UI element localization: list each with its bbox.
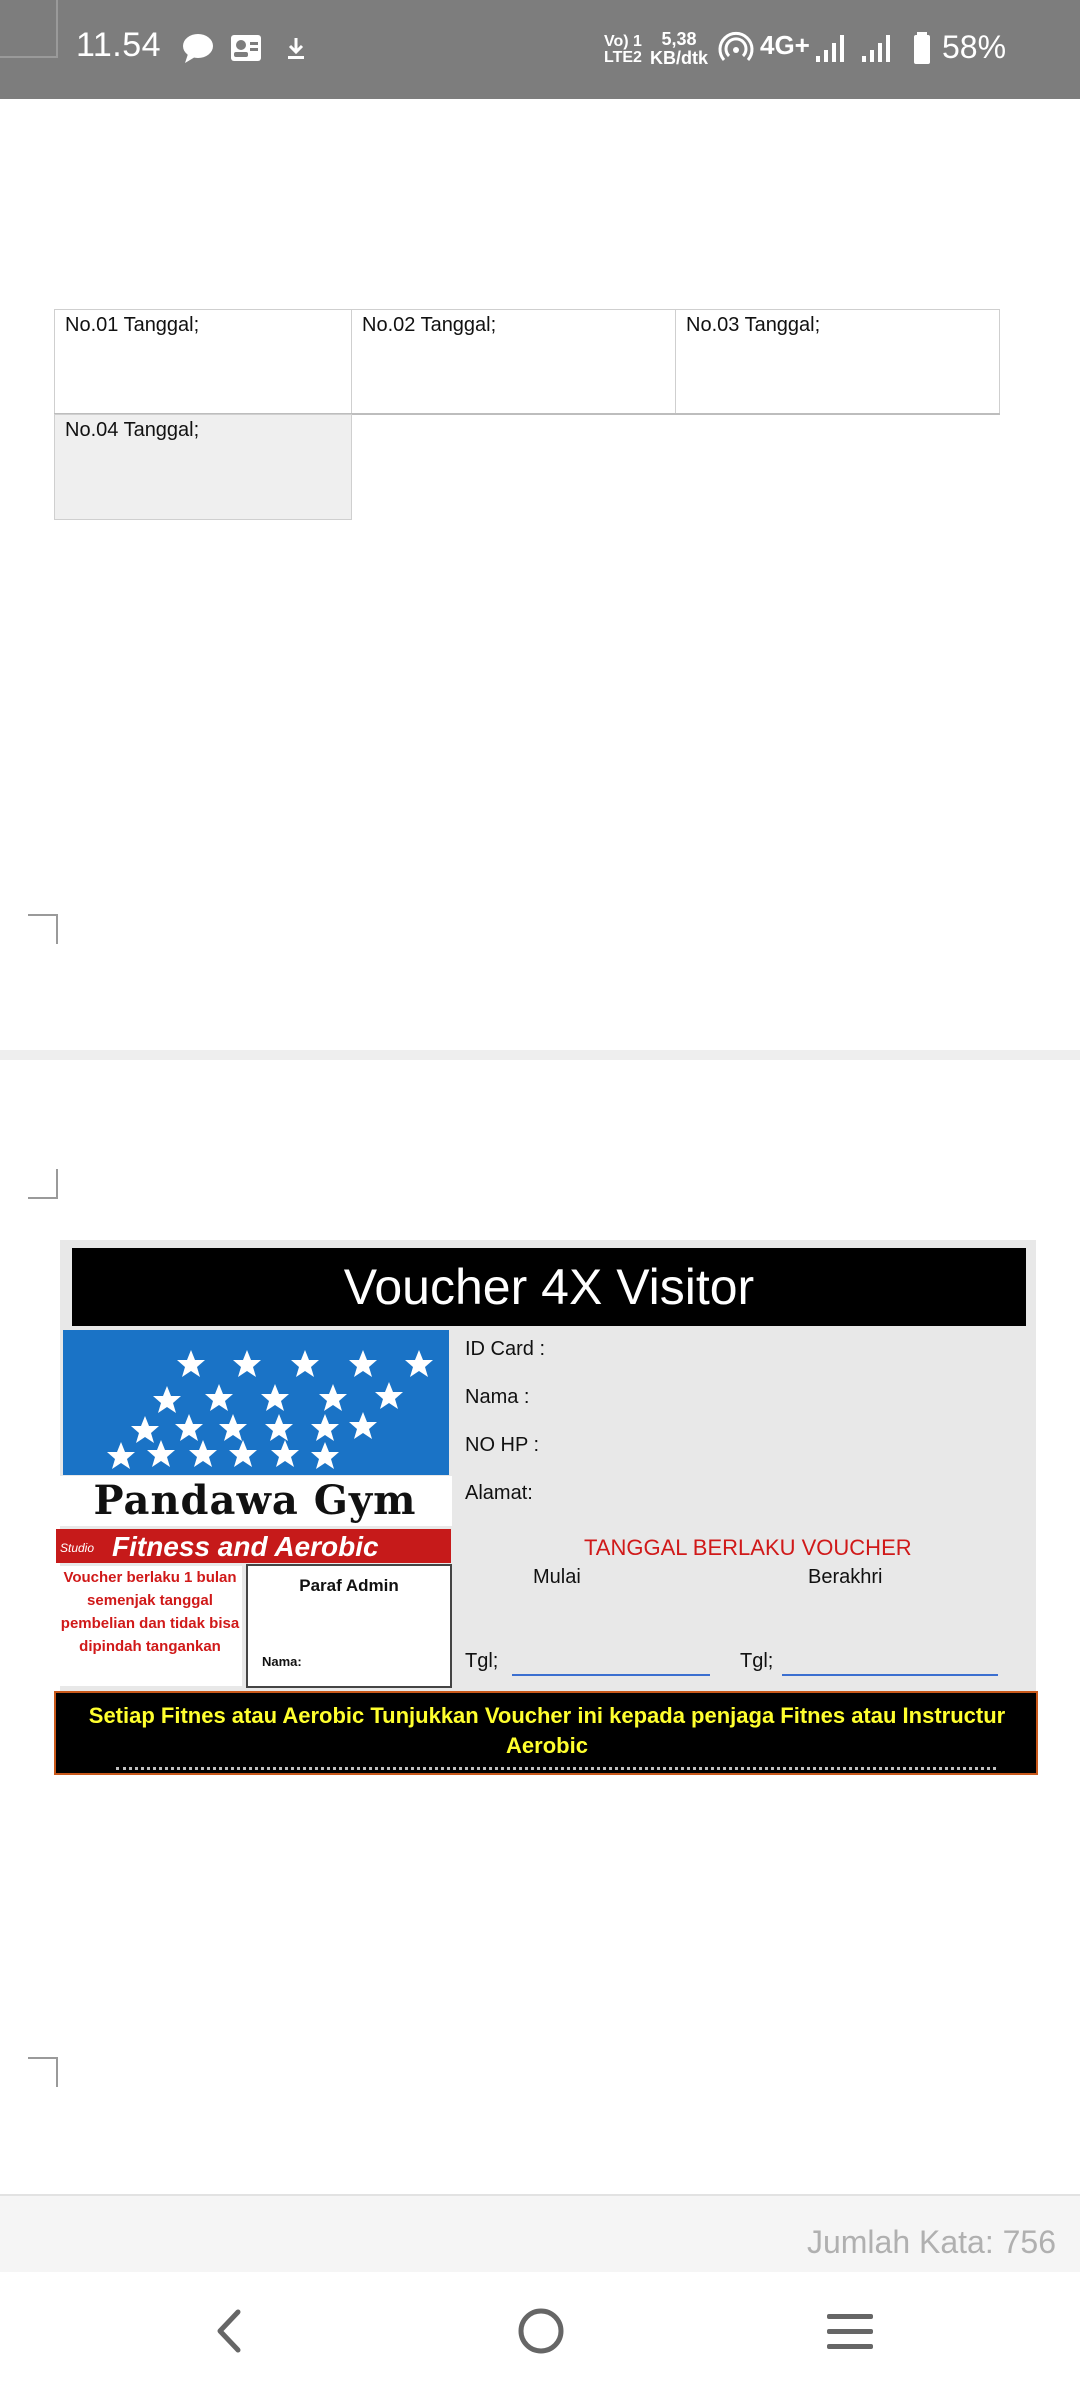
hotspot-icon bbox=[718, 31, 754, 61]
download-icon bbox=[288, 38, 304, 59]
end-date-line[interactable] bbox=[782, 1674, 998, 1676]
status-time: 11.54 bbox=[76, 26, 162, 64]
table-cell-no03[interactable]: No.03 Tanggal; bbox=[675, 309, 1000, 415]
menu-icon[interactable] bbox=[815, 2298, 885, 2364]
logo-banner: Studio Fitness and Aerobic bbox=[56, 1529, 451, 1563]
validity-heading: TANGGAL BERLAKU VOUCHER bbox=[584, 1535, 912, 1560]
id-card-field[interactable]: ID Card : bbox=[465, 1338, 545, 1361]
page-corner-mark bbox=[0, 0, 58, 58]
battery-percent: 58% bbox=[942, 29, 1007, 65]
signal-icon bbox=[862, 35, 890, 62]
no-hp-field[interactable]: NO HP : bbox=[465, 1434, 539, 1457]
end-date-label: Tgl; bbox=[740, 1650, 774, 1672]
volte-label: Vo) 1 bbox=[604, 33, 642, 50]
voucher-note: Voucher berlaku 1 bulan semenjak tanggal… bbox=[58, 1566, 242, 1686]
table-cell-no02[interactable]: No.02 Tanggal; bbox=[351, 309, 676, 415]
signal-icon bbox=[816, 35, 844, 62]
paraf-nama-label: Nama: bbox=[262, 1654, 302, 1669]
footer-clipped-text bbox=[116, 1767, 996, 1773]
status-bar: 11.54 Vo) 1 LTE2 5,38 KB/dtk 4G+ 58% bbox=[0, 0, 1080, 99]
home-icon[interactable] bbox=[506, 2298, 576, 2364]
alamat-field[interactable]: Alamat: bbox=[465, 1482, 533, 1505]
paraf-admin-title: Paraf Admin bbox=[299, 1576, 399, 1595]
word-count: Jumlah Kata: 756 bbox=[806, 2224, 1056, 2260]
lte2-label: LTE2 bbox=[604, 49, 642, 66]
page-corner-mark bbox=[28, 1169, 58, 1199]
start-label: Mulai bbox=[533, 1566, 581, 1588]
speed-unit: KB/dtk bbox=[650, 48, 708, 68]
start-date-label: Tgl; bbox=[465, 1650, 499, 1672]
chat-icon bbox=[183, 34, 213, 63]
voucher-footer: Setiap Fitnes atau Aerobic Tunjukkan Vou… bbox=[54, 1691, 1038, 1775]
logo-studio: Studio bbox=[60, 1541, 95, 1555]
table-cell-no04[interactable]: No.04 Tanggal; bbox=[54, 414, 352, 520]
table-cell-no01[interactable]: No.01 Tanggal; bbox=[54, 309, 352, 415]
start-date-line[interactable] bbox=[512, 1674, 710, 1676]
voucher-title: Voucher 4X Visitor bbox=[72, 1248, 1026, 1326]
end-label: Berakhri bbox=[808, 1566, 883, 1588]
logo-stars-image bbox=[63, 1330, 449, 1475]
contact-card-icon bbox=[231, 35, 261, 61]
network-type: 4G+ bbox=[760, 30, 810, 60]
page-corner-mark bbox=[28, 914, 58, 944]
nama-field[interactable]: Nama : bbox=[465, 1386, 529, 1409]
logo-gym-name: Pandawa Gym bbox=[58, 1476, 452, 1526]
back-icon[interactable] bbox=[196, 2298, 266, 2364]
page-corner-mark bbox=[28, 2057, 58, 2087]
speed-value: 5,38 bbox=[661, 29, 697, 49]
footer-message: Setiap Fitnes atau Aerobic Tunjukkan Vou… bbox=[88, 1703, 1006, 1758]
battery-icon bbox=[914, 32, 930, 64]
stars-icon bbox=[107, 1350, 433, 1469]
logo-tagline: Fitness and Aerobic bbox=[112, 1531, 379, 1562]
page-separator bbox=[0, 1050, 1080, 1060]
paraf-admin-box[interactable]: Paraf Admin Nama: bbox=[246, 1564, 452, 1688]
